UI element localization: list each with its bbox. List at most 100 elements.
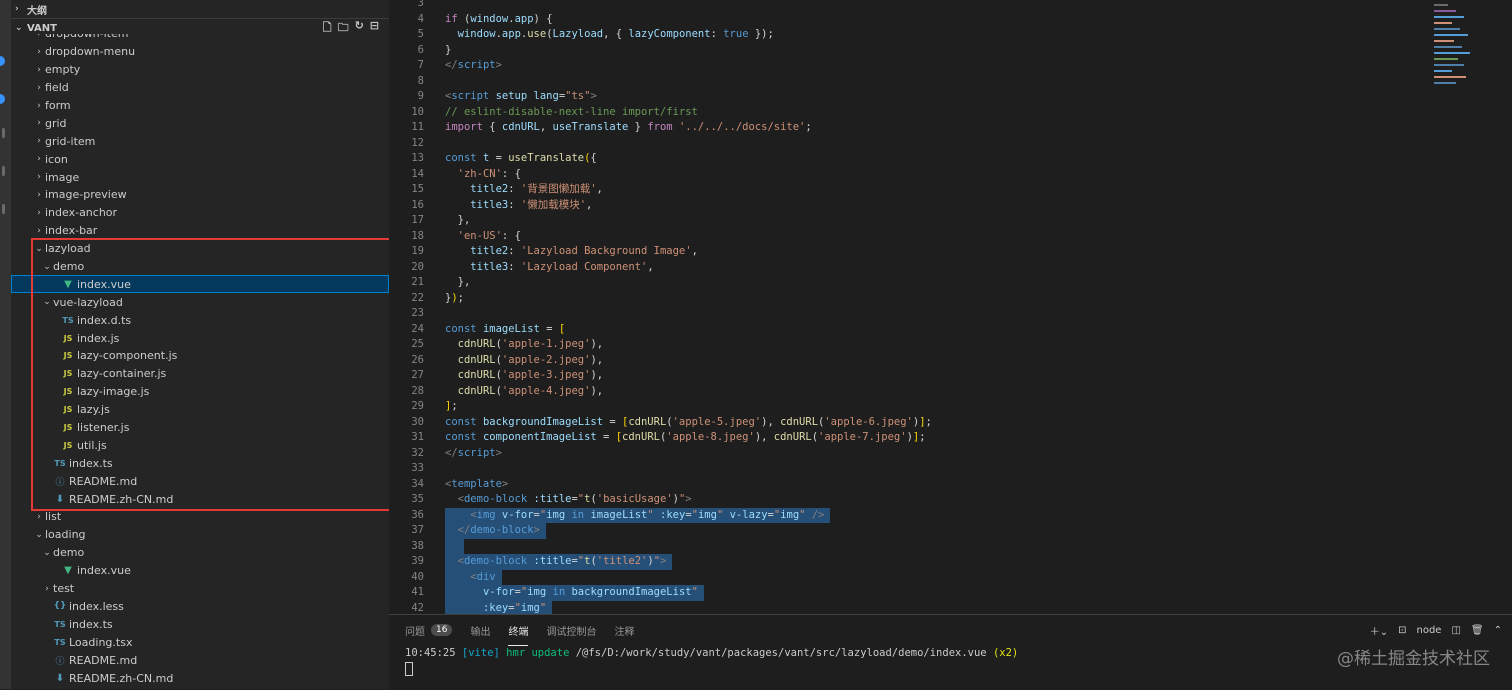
chevron-right-icon: › — [37, 136, 41, 147]
tree-item[interactable]: TS Loading.tsx — [11, 633, 389, 651]
line-number: 3 — [417, 0, 424, 9]
chevron-right-icon: › — [37, 154, 41, 165]
tree-item[interactable]: ⌄ loading — [11, 526, 389, 544]
tree-item[interactable]: ⌄ demo — [11, 258, 389, 276]
line-number: 18 — [411, 229, 424, 242]
tree-item[interactable]: JS index.js — [11, 329, 389, 347]
tree-item[interactable]: › icon — [11, 150, 389, 168]
tree-item[interactable]: ⓘ README.md — [11, 472, 389, 490]
chevron-right-icon: › — [45, 583, 49, 594]
tree-item[interactable]: › test — [11, 580, 389, 598]
trash-icon[interactable]: 🗑 — [1471, 625, 1484, 636]
code-line: 20 title3: 'Lazyload Component', — [389, 260, 1430, 276]
chevron-right-icon: › — [37, 118, 41, 129]
tree-item[interactable]: › index-anchor — [11, 204, 389, 222]
line-number: 25 — [411, 338, 424, 350]
line-number: 10 — [411, 105, 424, 118]
tree-item[interactable]: ⓘ README.md — [11, 651, 389, 669]
tree-item[interactable]: JS lazy-container.js — [11, 365, 389, 383]
tree-item[interactable]: › empty — [11, 61, 389, 79]
tree-item[interactable]: TS index.ts — [11, 454, 389, 472]
code-text: if (window.app) { — [445, 12, 553, 25]
terminal-message: hmr update — [506, 647, 570, 659]
tree-item-label: empty — [45, 63, 81, 77]
tree-item[interactable]: ▼ index.vue — [11, 275, 389, 294]
panel-tab[interactable]: 调试控制台 — [546, 623, 596, 638]
tree-item[interactable]: › grid — [11, 114, 389, 132]
tree-item[interactable]: › index-bar — [11, 222, 389, 240]
tree-item[interactable]: ▼ index.vue — [11, 562, 389, 580]
tree-item[interactable]: ⌄ vue-lazyload — [11, 293, 389, 311]
panel-tabs: 问题 16 输出 终端 调试控制台 注释 — [389, 615, 1512, 646]
activity-item-icon[interactable] — [2, 166, 5, 176]
chevron-down-icon: ⌄ — [43, 297, 51, 308]
panel-tab-label: 注释 — [614, 626, 635, 638]
explorer-sidebar: › 大纲 ⌄ VANT 🗋 🗀 ↻ ⊟ ›dropdown-item›dropd… — [11, 0, 389, 689]
outline-section-header[interactable]: › 大纲 — [11, 0, 389, 19]
tree-item[interactable]: TS index.ts — [11, 615, 389, 633]
tree-item-label: index.vue — [77, 277, 131, 291]
tree-item[interactable]: › image — [11, 168, 389, 186]
line-number: 31 — [411, 431, 424, 443]
line-number: 35 — [411, 493, 424, 505]
code-line: 3 — [389, 0, 1430, 12]
panel-tab[interactable]: 问题 16 — [405, 623, 453, 638]
tree-item[interactable]: JS lazy-component.js — [11, 347, 389, 365]
tree-item[interactable]: ⌄ demo — [11, 544, 389, 562]
code-line: 33 — [389, 461, 1430, 477]
code-editor[interactable]: 3 4 if (window.app) {5 window.app.use(Lazy… — [389, 0, 1430, 614]
tree-item-label: icon — [45, 152, 68, 166]
split-terminal-icon[interactable]: ◫ — [1451, 625, 1460, 636]
chevron-right-icon: › — [37, 225, 41, 236]
tree-item[interactable]: › list — [11, 508, 389, 526]
tree-item[interactable]: › dropdown-menu — [11, 43, 389, 61]
code-line: 4 if (window.app) { — [389, 12, 1430, 28]
tree-item[interactable]: › image-preview — [11, 186, 389, 204]
tree-item-label: form — [45, 99, 71, 112]
code-text: <template> — [445, 477, 509, 490]
activity-item-icon[interactable] — [2, 204, 5, 214]
tree-item[interactable]: ⬇ README.zh-CN.md — [11, 490, 389, 508]
code-text: <demo-block :title="t('basicUsage')"> — [457, 493, 692, 505]
line-number: 12 — [411, 136, 424, 149]
chevron-up-icon[interactable]: ⌃ — [1494, 625, 1502, 636]
code-text: <img v-for="img in imageList" :key="img"… — [445, 507, 831, 523]
code-line: 23 — [389, 306, 1430, 322]
tree-item[interactable]: ⌄ lazyload — [11, 240, 389, 258]
line-number: 22 — [411, 291, 424, 304]
line-number: 40 — [411, 570, 424, 583]
line-number: 9 — [417, 90, 424, 102]
tree-item-label: index-anchor — [45, 206, 118, 220]
info-file-icon: ⓘ — [55, 477, 65, 488]
chevron-right-icon: › — [37, 46, 41, 57]
terminal-cursor[interactable] — [405, 662, 413, 676]
chevron-right-icon: › — [37, 100, 41, 111]
tree-item-label: lazyload — [45, 242, 91, 256]
tree-item[interactable]: JS lazy-image.js — [11, 383, 389, 401]
line-number: 24 — [411, 322, 424, 335]
tree-item[interactable]: › grid-item — [11, 132, 389, 150]
tree-item[interactable]: JS listener.js — [11, 419, 389, 437]
line-number: 37 — [411, 524, 424, 536]
code-line: 35 <demo-block :title="t('basicUsage')"> — [389, 492, 1430, 508]
tree-item-label: Loading.tsx — [69, 635, 133, 649]
activity-item-icon[interactable] — [2, 128, 5, 138]
panel-tab[interactable]: 终端 — [508, 623, 529, 646]
tree-item[interactable]: {} index.less — [11, 598, 389, 616]
tree-item[interactable]: › form — [11, 97, 389, 115]
add-terminal-icon[interactable]: ＋⌄ — [1370, 623, 1388, 638]
tree-item[interactable]: JS util.js — [11, 436, 389, 454]
panel-tab[interactable]: 输出 — [470, 623, 490, 638]
line-number: 11 — [411, 121, 424, 133]
tree-item[interactable]: ⬇ README.zh-CN.md — [11, 669, 389, 687]
tree-item[interactable]: JS lazy.js — [11, 401, 389, 419]
tree-item[interactable]: › field — [11, 79, 389, 97]
tree-item[interactable]: ›dropdown-item — [11, 34, 389, 43]
tree-item[interactable]: TS index.d.ts — [11, 311, 389, 329]
terminal-shell-label[interactable]: node — [1416, 625, 1441, 636]
line-number: 23 — [411, 307, 424, 319]
minimap[interactable] — [1430, 0, 1512, 614]
code-line: 9 <script setup lang="ts"> — [389, 89, 1430, 105]
panel-tab[interactable]: 注释 — [614, 623, 634, 638]
info-file-icon: ⓘ — [55, 656, 65, 667]
